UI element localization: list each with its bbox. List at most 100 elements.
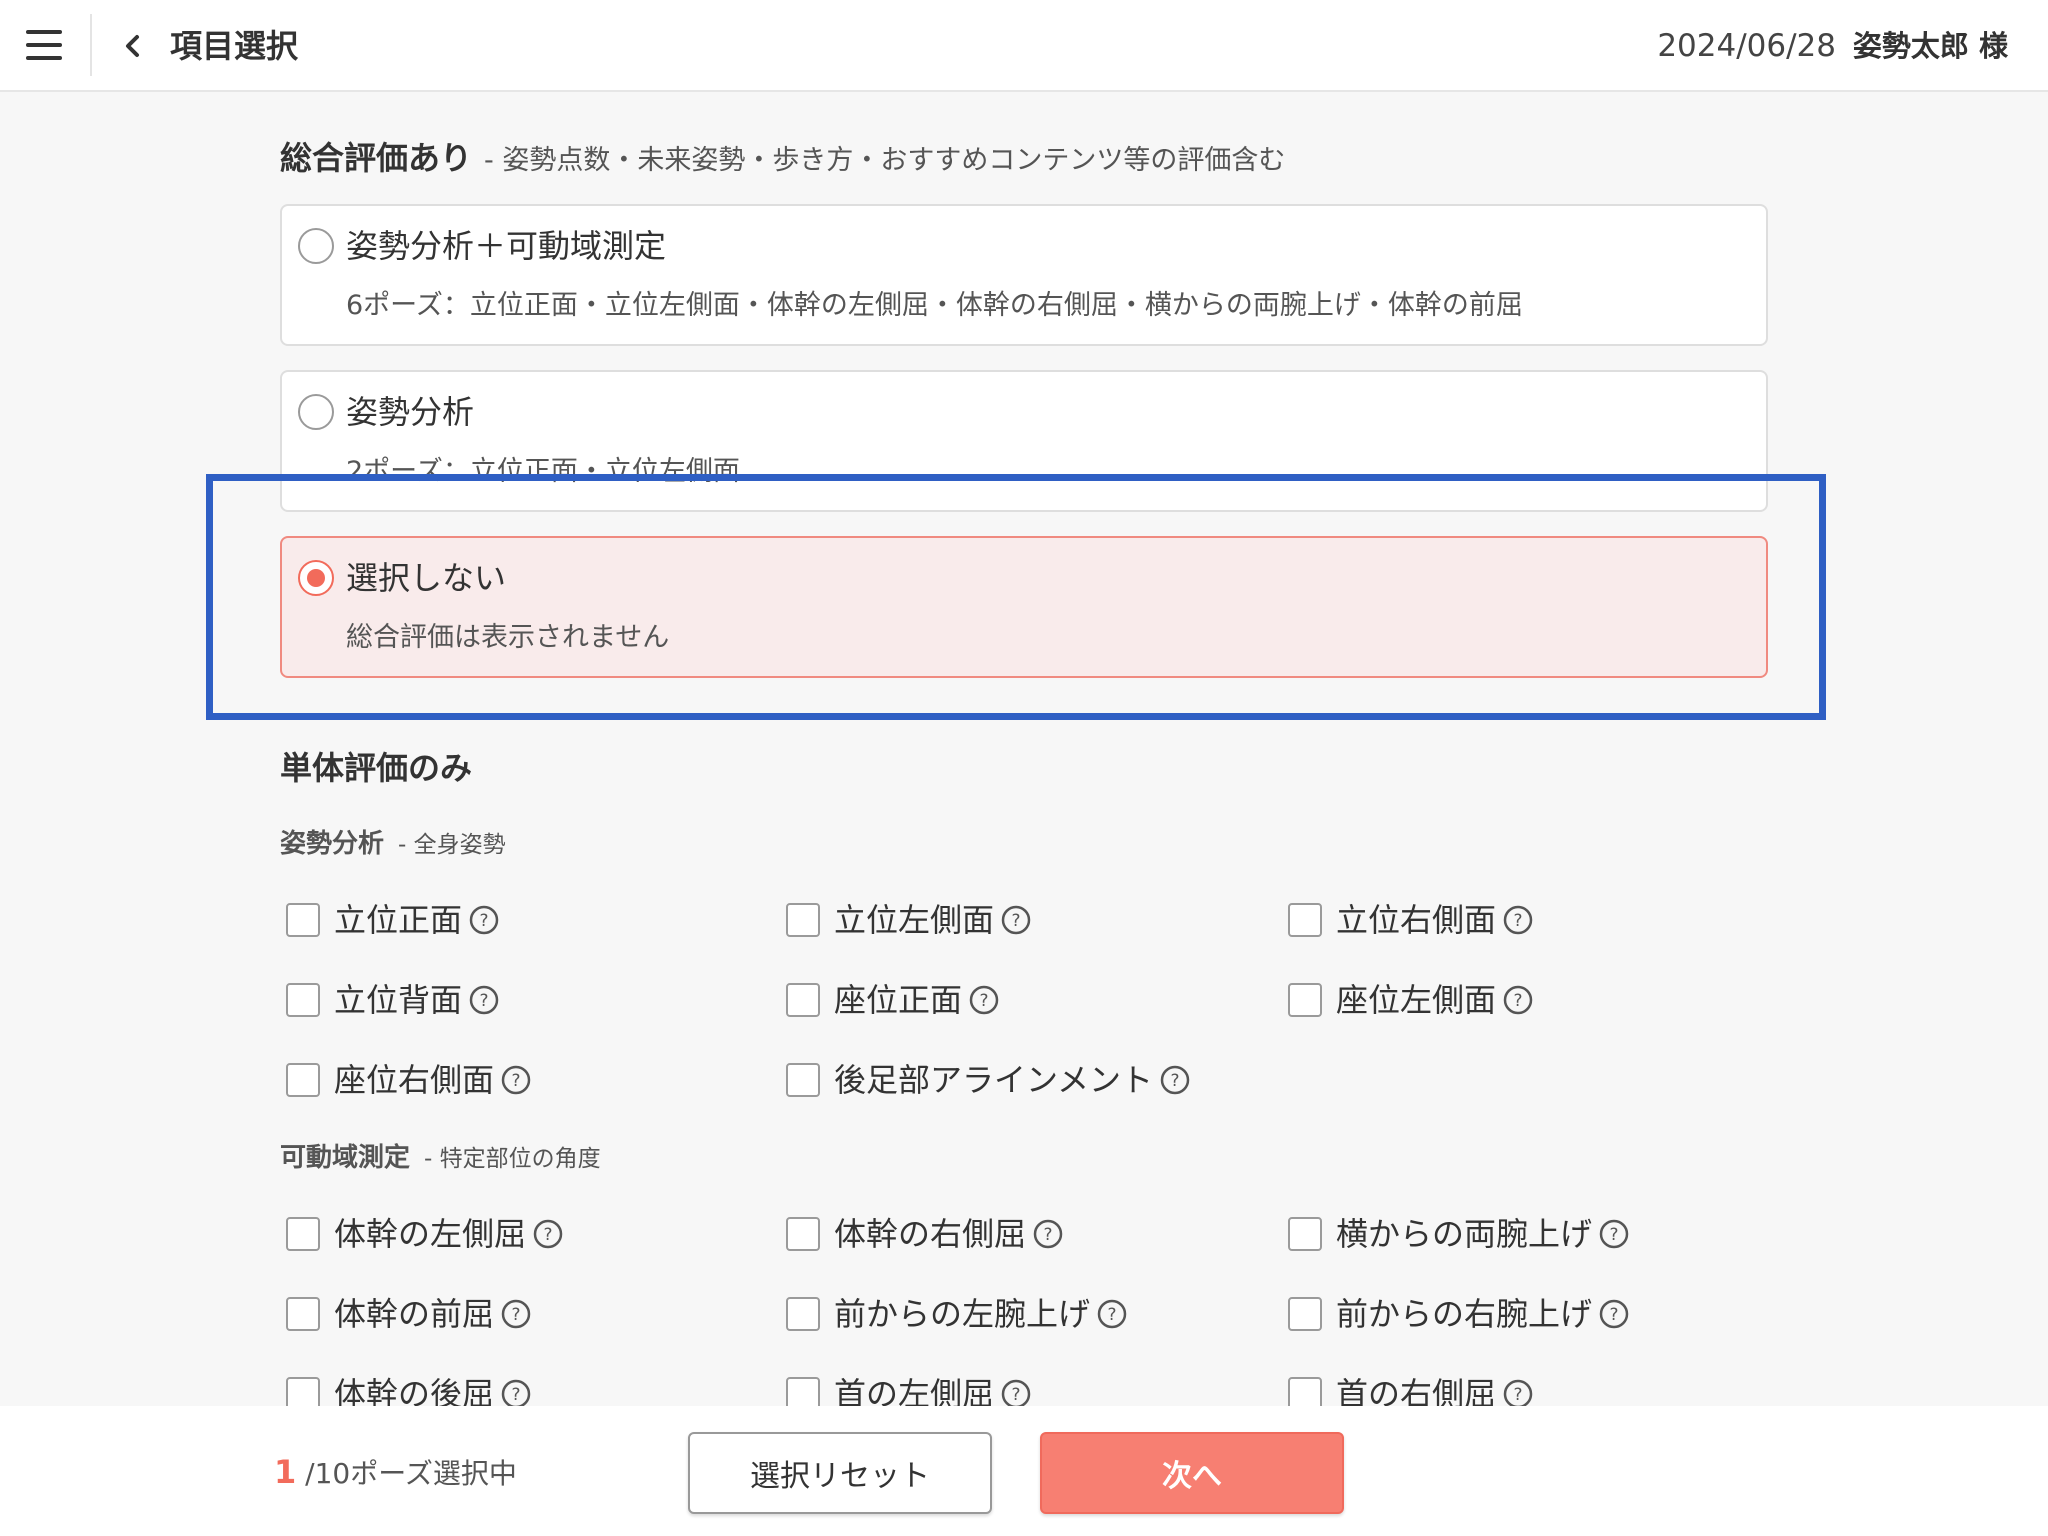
checkbox-icon[interactable] xyxy=(786,903,820,937)
selection-count: 1 /10ポーズ選択中 xyxy=(274,1450,517,1496)
option-title: 姿勢分析＋可動域測定 xyxy=(346,227,667,265)
header-user-name: 姿勢太郎 様 xyxy=(1852,29,2008,63)
help-circle-icon[interactable]: ? xyxy=(468,984,500,1016)
svg-text:?: ? xyxy=(1610,1305,1619,1325)
checkbox-label: 体幹の前屈 xyxy=(334,1295,495,1333)
posture-subheading: 姿勢分析 - 全身姿勢 xyxy=(280,824,506,865)
radio-icon[interactable] xyxy=(298,228,334,264)
checkbox-icon[interactable] xyxy=(1288,1217,1322,1251)
svg-text:?: ? xyxy=(544,1225,553,1245)
checkbox-icon[interactable] xyxy=(286,1217,320,1251)
selection-count-number: 1 xyxy=(274,1453,297,1491)
checkbox-item[interactable]: 体幹の左側屈 ? xyxy=(286,1212,564,1256)
help-circle-icon[interactable]: ? xyxy=(968,984,1000,1016)
help-circle-icon[interactable]: ? xyxy=(1096,1298,1128,1330)
checkbox-label: 立位正面 xyxy=(334,901,463,939)
svg-text:?: ? xyxy=(480,911,489,931)
help-circle-icon[interactable]: ? xyxy=(1000,904,1032,936)
help-circle-icon[interactable]: ? xyxy=(500,1298,532,1330)
help-circle-icon[interactable]: ? xyxy=(1502,984,1534,1016)
checkbox-item[interactable]: 前からの右腕上げ ? xyxy=(1288,1292,1630,1336)
checkbox-item[interactable]: 立位右側面 ? xyxy=(1288,898,1534,942)
posture-subheading-label: 姿勢分析 xyxy=(280,829,385,859)
rom-subheading-note: - 特定部位の角度 xyxy=(424,1146,601,1172)
checkbox-icon[interactable] xyxy=(786,1063,820,1097)
checkbox-label: 座位正面 xyxy=(834,981,963,1019)
checkbox-label: 体幹の右側屈 xyxy=(834,1215,1027,1253)
checkbox-item[interactable]: 座位左側面 ? xyxy=(1288,978,1534,1022)
svg-text:?: ? xyxy=(1610,1225,1619,1245)
help-circle-icon[interactable]: ? xyxy=(1502,904,1534,936)
header-date: 2024/06/28 xyxy=(1657,28,1836,64)
checkbox-item[interactable]: 横からの両腕上げ ? xyxy=(1288,1212,1630,1256)
app-header: 項目選択 2024/06/28 姿勢太郎 様 xyxy=(0,0,2048,92)
rom-subheading: 可動域測定 - 特定部位の角度 xyxy=(280,1138,601,1179)
checkbox-icon[interactable] xyxy=(786,1217,820,1251)
svg-text:?: ? xyxy=(1171,1071,1180,1091)
checkbox-item[interactable]: 体幹の右側屈 ? xyxy=(786,1212,1064,1256)
svg-text:?: ? xyxy=(512,1071,521,1091)
help-circle-icon[interactable]: ? xyxy=(500,1064,532,1096)
checkbox-item[interactable]: 座位正面 ? xyxy=(786,978,1000,1022)
reset-button[interactable]: 選択リセット xyxy=(688,1432,992,1514)
checkbox-icon[interactable] xyxy=(786,983,820,1017)
checkbox-icon[interactable] xyxy=(786,1297,820,1331)
svg-text:?: ? xyxy=(512,1305,521,1325)
svg-text:?: ? xyxy=(480,991,489,1011)
option-title: 選択しない xyxy=(346,559,507,597)
checkbox-label: 立位背面 xyxy=(334,981,463,1019)
option-card-posture-rom[interactable]: 姿勢分析＋可動域測定 6ポーズ：立位正面・立位左側面・体幹の左側屈・体幹の右側屈… xyxy=(280,204,1768,346)
overall-heading-text: 総合評価あり xyxy=(280,139,473,177)
checkbox-label: 立位左側面 xyxy=(834,901,995,939)
checkbox-item[interactable]: 立位左側面 ? xyxy=(786,898,1032,942)
selection-count-suffix: /10ポーズ選択中 xyxy=(305,1457,517,1490)
checkbox-icon[interactable] xyxy=(286,903,320,937)
checkbox-label: 横からの両腕上げ xyxy=(1336,1215,1593,1253)
footer-bar: 1 /10ポーズ選択中 選択リセット 次へ xyxy=(0,1406,2048,1536)
option-title: 姿勢分析 xyxy=(346,393,475,431)
radio-icon[interactable] xyxy=(298,394,334,430)
page-title: 項目選択 xyxy=(170,27,299,65)
help-circle-icon[interactable]: ? xyxy=(1598,1218,1630,1250)
checkbox-item[interactable]: 前からの左腕上げ ? xyxy=(786,1292,1128,1336)
overall-section-heading: 総合評価あり - 姿勢点数・未来姿勢・歩き方・おすすめコンテンツ等の評価含む xyxy=(280,136,1285,183)
checkbox-item[interactable]: 立位背面 ? xyxy=(286,978,500,1022)
svg-text:?: ? xyxy=(980,991,989,1011)
checkbox-label: 前からの右腕上げ xyxy=(1336,1295,1593,1333)
option-card-none[interactable]: 選択しない 総合評価は表示されません xyxy=(280,536,1768,678)
posture-subheading-note: - 全身姿勢 xyxy=(398,832,506,858)
svg-text:?: ? xyxy=(1514,991,1523,1011)
radio-selected-dot xyxy=(307,569,325,587)
svg-text:?: ? xyxy=(1108,1305,1117,1325)
checkbox-icon[interactable] xyxy=(286,983,320,1017)
checkbox-item[interactable]: 座位右側面 ? xyxy=(286,1058,532,1102)
checkbox-icon[interactable] xyxy=(286,1297,320,1331)
chevron-left-icon[interactable] xyxy=(118,28,148,64)
checkbox-icon[interactable] xyxy=(1288,983,1322,1017)
overall-heading-note: - 姿勢点数・未来姿勢・歩き方・おすすめコンテンツ等の評価含む xyxy=(484,145,1286,176)
help-circle-icon[interactable]: ? xyxy=(1032,1218,1064,1250)
checkbox-icon[interactable] xyxy=(1288,903,1322,937)
checkbox-icon[interactable] xyxy=(1288,1297,1322,1331)
help-circle-icon[interactable]: ? xyxy=(1598,1298,1630,1330)
checkbox-item[interactable]: 立位正面 ? xyxy=(286,898,500,942)
single-section-heading: 単体評価のみ xyxy=(280,749,473,787)
svg-text:?: ? xyxy=(1012,911,1021,931)
option-desc: 2ポーズ：立位正面・立位左側面 xyxy=(346,456,740,487)
svg-text:?: ? xyxy=(512,1385,521,1405)
help-circle-icon[interactable]: ? xyxy=(1159,1064,1191,1096)
svg-text:?: ? xyxy=(1514,1385,1523,1405)
menu-icon[interactable] xyxy=(26,30,62,60)
svg-text:?: ? xyxy=(1514,911,1523,931)
next-button[interactable]: 次へ xyxy=(1040,1432,1344,1514)
checkbox-label: 立位右側面 xyxy=(1336,901,1497,939)
checkbox-item[interactable]: 体幹の前屈 ? xyxy=(286,1292,532,1336)
checkbox-item[interactable]: 後足部アラインメント ? xyxy=(786,1058,1191,1102)
help-circle-icon[interactable]: ? xyxy=(468,904,500,936)
checkbox-icon[interactable] xyxy=(286,1063,320,1097)
option-desc: 6ポーズ：立位正面・立位左側面・体幹の左側屈・体幹の右側屈・横からの両腕上げ・体… xyxy=(346,290,1523,321)
help-circle-icon[interactable]: ? xyxy=(532,1218,564,1250)
option-card-posture[interactable]: 姿勢分析 2ポーズ：立位正面・立位左側面 xyxy=(280,370,1768,512)
radio-icon[interactable] xyxy=(298,560,334,596)
rom-subheading-label: 可動域測定 xyxy=(280,1143,411,1173)
